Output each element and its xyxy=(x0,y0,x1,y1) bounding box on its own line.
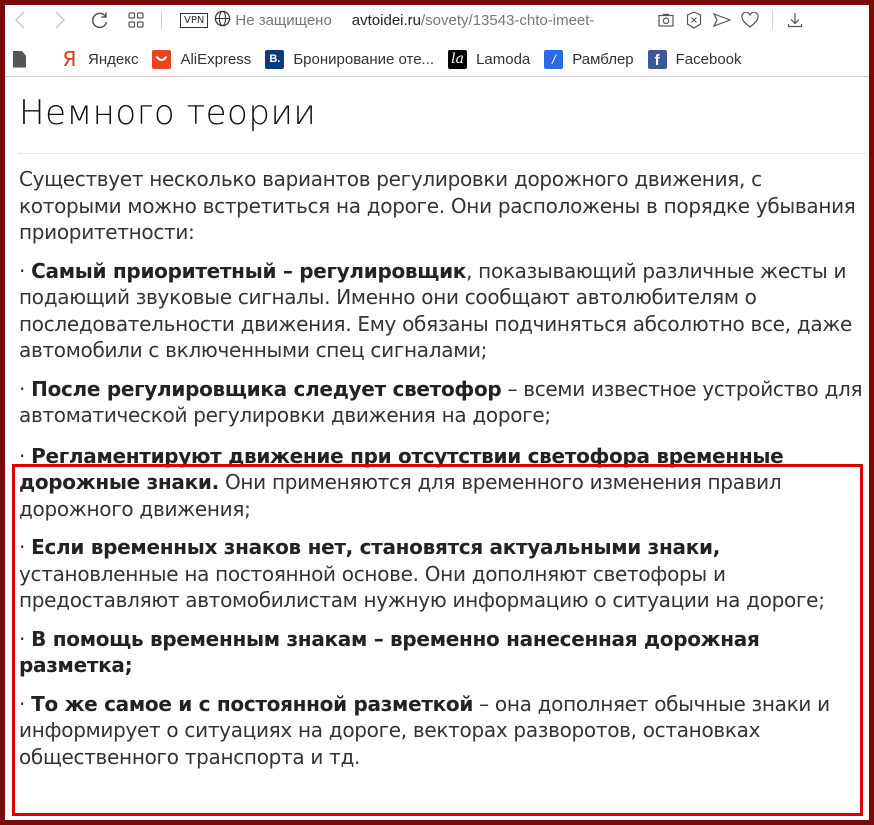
article-intro: Существует несколько вариантов регулиров… xyxy=(19,167,856,244)
security-status[interactable]: Не защищено xyxy=(235,12,331,29)
url-host: avtoidei.ru xyxy=(351,11,422,29)
lamoda-icon: la xyxy=(448,49,468,69)
bookmark-label: Рамблер xyxy=(572,50,634,68)
shield-x-icon xyxy=(686,11,701,29)
frame-bottom-edge xyxy=(7,820,868,825)
bookmark-label: Facebook xyxy=(675,50,742,68)
screenshot-button[interactable] xyxy=(652,5,680,35)
bookmark-facebook[interactable]: f Facebook xyxy=(647,49,742,69)
list-item: · Самый приоритетный – регулировщик, пок… xyxy=(19,258,852,363)
bookmarks-bar: Я Яндекс AliExpress B. Бронирование оте.… xyxy=(5,42,869,77)
bookmark-label: Яндекс xyxy=(88,50,139,68)
globe-icon[interactable] xyxy=(214,10,231,31)
rambler-icon: / xyxy=(544,49,564,69)
reload-icon xyxy=(91,12,108,29)
protect-button[interactable] xyxy=(680,5,708,35)
send-icon xyxy=(712,13,731,27)
bookmark-yandex[interactable]: Я Яндекс xyxy=(60,47,139,71)
list-item-bold: Если временных знаков нет, становятся ак… xyxy=(31,535,720,559)
list-item-bold: Самый приоритетный – регулировщик xyxy=(31,258,467,283)
list-item: · То же самое и с постоянной разметкой –… xyxy=(19,691,830,769)
aliexpress-icon xyxy=(152,49,172,69)
bookmarks-file-icon[interactable] xyxy=(5,50,46,68)
toolbar-divider-right xyxy=(771,11,773,29)
booking-icon: B. xyxy=(265,49,285,69)
url-path: /sovety/13543-chto-imeet- xyxy=(421,11,595,29)
grid-icon xyxy=(128,12,144,28)
share-button[interactable] xyxy=(708,5,736,35)
yandex-icon: Я xyxy=(62,47,77,71)
article-content: Немного теории Существует несколько вари… xyxy=(19,80,865,770)
reload-button[interactable] xyxy=(85,5,115,35)
download-icon xyxy=(787,13,802,28)
bookmark-aliexpress[interactable]: AliExpress xyxy=(152,49,252,69)
address-bar[interactable]: avtoidei.ru/sovety/13543-chto-imeet- xyxy=(352,12,644,29)
browser-toolbar: VPN Не защищено avtoidei.ru/sovety/13543… xyxy=(5,5,869,35)
toolbar-divider xyxy=(161,11,162,29)
bookmark-label: Бронирование оте... xyxy=(293,50,435,68)
bookmark-booking[interactable]: B. Бронирование оте... xyxy=(265,49,435,69)
list-item: · В помощь временным знакам – временно н… xyxy=(19,626,760,678)
downloads-button[interactable] xyxy=(781,5,809,35)
list-item-bold: После регулировщика следует светофор xyxy=(31,376,502,401)
bookmark-rambler[interactable]: / Рамблер xyxy=(544,49,634,69)
article-heading: Немного теории xyxy=(19,93,317,133)
list-item-bold: То же самое и с постоянной разметкой xyxy=(31,691,474,716)
bookmark-label: AliExpress xyxy=(180,50,252,68)
bookmark-label: Lamoda xyxy=(476,50,531,68)
bookmark-lamoda[interactable]: la Lamoda xyxy=(448,49,531,69)
list-item: · Регламентируют движение при отсутствии… xyxy=(19,443,784,521)
back-button[interactable] xyxy=(5,5,35,35)
camera-icon xyxy=(658,13,674,27)
forward-button[interactable] xyxy=(45,5,75,35)
browser-viewport: VPN Не защищено avtoidei.ru/sovety/13543… xyxy=(0,0,874,818)
toolbar-actions xyxy=(652,5,809,35)
tabs-grid-button[interactable] xyxy=(121,5,151,35)
vpn-badge[interactable]: VPN xyxy=(180,12,209,28)
list-item-bold: В помощь временным знакам – временно нан… xyxy=(19,626,760,678)
list-item: · Если временных знаков нет, становятся … xyxy=(19,535,825,612)
favorite-button[interactable] xyxy=(736,5,764,35)
heading-divider xyxy=(19,153,865,154)
heart-icon xyxy=(741,12,759,28)
list-item: · После регулировщика следует светофор –… xyxy=(19,376,863,428)
facebook-icon: f xyxy=(647,49,667,69)
